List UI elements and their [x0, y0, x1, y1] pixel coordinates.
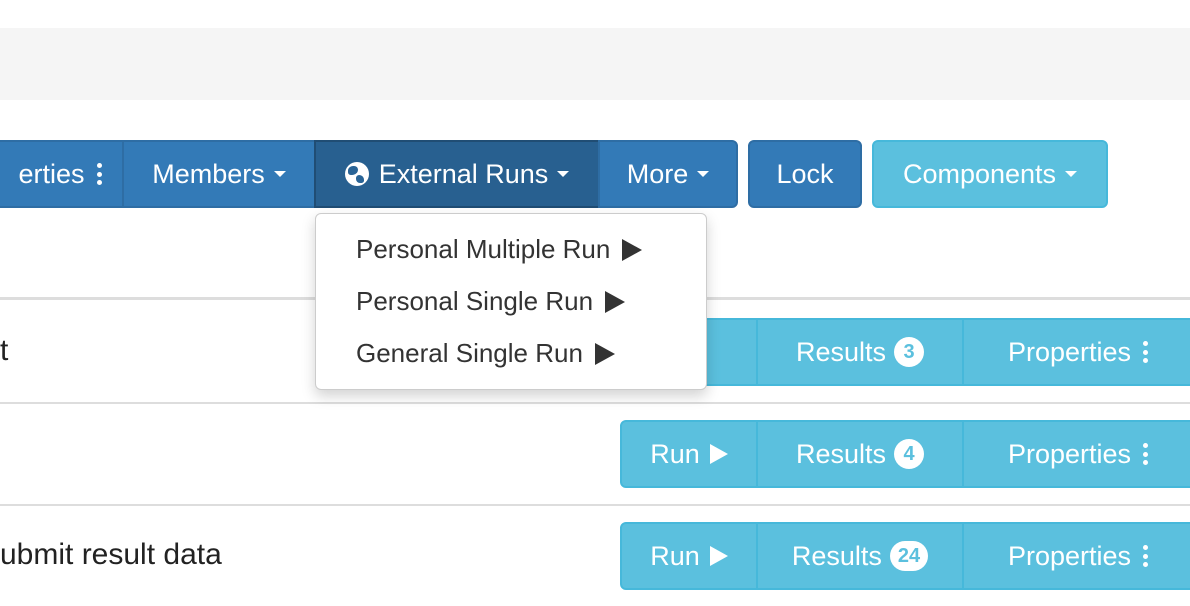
external-runs-label: External Runs: [378, 158, 549, 189]
results-button[interactable]: Results 4: [756, 420, 964, 488]
results-button[interactable]: Results 3: [756, 318, 964, 386]
vertical-dots-icon: [1143, 545, 1149, 567]
run-button[interactable]: Run: [620, 522, 758, 590]
results-label: Results: [795, 438, 887, 469]
results-count-badge: 24: [889, 541, 929, 571]
lock-button[interactable]: Lock: [748, 140, 862, 208]
table-row-name: t: [0, 334, 9, 367]
properties-label: erties: [18, 158, 85, 189]
more-label: More: [626, 158, 689, 189]
external-runs-dropdown-menu: Personal Multiple Run Personal Single Ru…: [315, 213, 707, 390]
menu-item-label: Personal Multiple Run: [356, 234, 611, 264]
menu-item-label: Personal Single Run: [356, 286, 594, 316]
caret-down-icon: [1065, 171, 1078, 177]
play-icon: [622, 238, 643, 261]
properties-button[interactable]: erties: [0, 140, 124, 208]
properties-label: Properties: [1007, 336, 1132, 367]
components-dropdown-button[interactable]: Components: [872, 140, 1108, 208]
components-label: Components: [902, 158, 1057, 189]
play-icon: [594, 342, 615, 365]
run-label: Run: [650, 438, 700, 469]
menu-item-label: General Single Run: [356, 338, 583, 368]
play-icon: [605, 290, 626, 313]
menu-item-personal-single-run[interactable]: Personal Single Run: [356, 286, 626, 317]
row-divider: [0, 504, 1190, 506]
menu-item-general-single-run[interactable]: General Single Run: [356, 338, 615, 369]
play-icon: [709, 444, 728, 464]
row-divider: [0, 402, 1190, 404]
vertical-dots-icon: [96, 163, 102, 185]
results-count-badge: 4: [894, 439, 925, 469]
run-button[interactable]: Run: [620, 420, 758, 488]
members-dropdown-button[interactable]: Members: [122, 140, 316, 208]
table-row-name: ubmit result data: [0, 538, 222, 571]
caret-down-icon: [273, 171, 286, 177]
properties-button[interactable]: Properties: [962, 318, 1190, 386]
globe-icon: [344, 162, 369, 186]
run-label: Run: [650, 540, 700, 571]
results-label: Results: [791, 540, 882, 571]
properties-label: Properties: [1007, 438, 1132, 469]
results-label: Results: [795, 336, 887, 367]
top-gray-bar: [0, 28, 1190, 100]
menu-item-personal-multiple-run[interactable]: Personal Multiple Run: [356, 234, 643, 265]
play-icon: [709, 546, 728, 566]
vertical-dots-icon: [1143, 341, 1149, 363]
external-runs-dropdown-button[interactable]: External Runs: [314, 140, 600, 208]
members-label: Members: [152, 158, 265, 189]
vertical-dots-icon: [1143, 443, 1149, 465]
caret-down-icon: [697, 171, 710, 177]
properties-button[interactable]: Properties: [962, 420, 1190, 488]
caret-down-icon: [557, 171, 570, 177]
more-dropdown-button[interactable]: More: [598, 140, 738, 208]
properties-label: Properties: [1007, 540, 1132, 571]
results-count-badge: 3: [894, 337, 925, 367]
lock-label: Lock: [776, 158, 834, 189]
properties-button[interactable]: Properties: [962, 522, 1190, 590]
results-button[interactable]: Results 24: [756, 522, 964, 590]
